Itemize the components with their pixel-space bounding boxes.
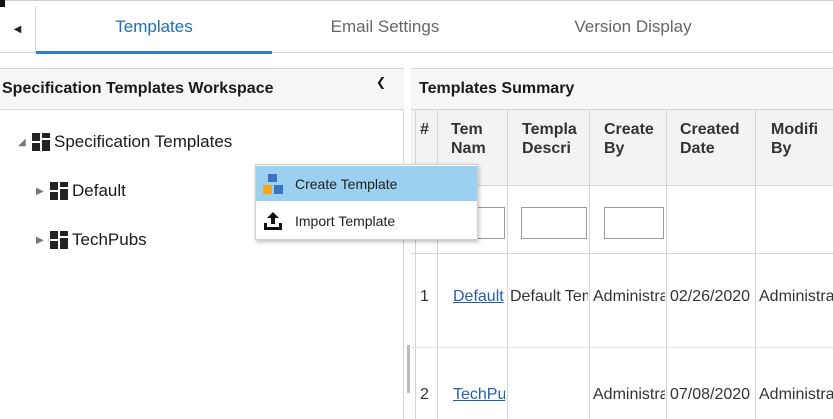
column-divider: [507, 110, 508, 419]
folder-grid-icon: [50, 182, 68, 200]
import-icon: [264, 212, 282, 230]
tab-label: Templates: [115, 17, 193, 36]
workspace-panel: Specification Templates Workspace ❮ ◢ Sp…: [0, 68, 404, 419]
column-header-created-date[interactable]: Created Date: [680, 120, 752, 158]
header-line1: Created: [680, 121, 740, 138]
column-header-template-name[interactable]: Tem Nam: [451, 120, 487, 158]
cell-created-by: Administrator: [593, 386, 665, 403]
folder-grid-icon: [32, 133, 50, 151]
column-divider: [437, 110, 438, 419]
expanded-caret-icon[interactable]: ◢: [18, 137, 32, 148]
column-header-number[interactable]: #: [420, 120, 436, 139]
column-divider: [589, 110, 590, 419]
column-divider: [666, 110, 667, 419]
tree-node-techpubs[interactable]: ▶ TechPubs: [36, 230, 147, 250]
cell-created-by: Administrator: [593, 288, 665, 305]
column-header-description[interactable]: Templa Descri: [522, 120, 586, 158]
workspace-header: Specification Templates Workspace ❮: [0, 68, 404, 110]
tree-node-default[interactable]: ▶ Default: [36, 181, 126, 201]
row-divider: [411, 347, 833, 348]
tab-templates[interactable]: Templates: [36, 6, 272, 54]
template-name-link[interactable]: TechPubs: [453, 386, 505, 404]
tab-label: Email Settings: [330, 17, 440, 36]
tab-email-settings[interactable]: Email Settings: [300, 6, 470, 53]
templates-grid: # Tem Nam Templa Descri Create By Create…: [411, 110, 833, 419]
header-line1: Create: [604, 121, 654, 138]
cell-modified-by: Administrator: [759, 288, 833, 305]
folder-grid-icon: [50, 231, 68, 249]
context-menu: Create Template Import Template: [255, 164, 478, 240]
cell-number: 2: [420, 386, 429, 403]
collapse-panel-button[interactable]: ❮: [376, 75, 386, 89]
filter-input-created-by[interactable]: [604, 207, 664, 239]
header-line1: Modifi: [771, 121, 819, 138]
menu-item-create-template[interactable]: Create Template: [256, 166, 477, 201]
tree-node-label: Specification Templates: [54, 132, 233, 151]
cell-description: Default Template: [510, 288, 588, 305]
tab-version-display[interactable]: Version Display: [548, 6, 718, 53]
templates-summary-header: Templates Summary: [411, 68, 833, 110]
header-line1: Tem: [451, 121, 483, 138]
chevron-left-icon: ❮: [376, 75, 387, 89]
header-line2: By: [604, 140, 625, 157]
filter-row-divider: [411, 253, 833, 254]
header-line1: Templa: [522, 121, 577, 138]
menu-item-import-template[interactable]: Import Template: [256, 203, 477, 238]
panel-splitter-handle[interactable]: [407, 345, 410, 393]
tab-label: Version Display: [574, 17, 692, 36]
tab-scroll-left-button[interactable]: ◀: [0, 6, 36, 53]
tree-node-specification-templates[interactable]: ◢ Specification Templates: [18, 132, 232, 152]
menu-item-label: Import Template: [295, 212, 396, 229]
cell-created-date: 07/08/2020: [670, 386, 751, 403]
header-line2: Nam: [451, 140, 486, 157]
column-header-created-by[interactable]: Create By: [604, 120, 664, 158]
tree-node-label: TechPubs: [72, 230, 147, 249]
collapsed-caret-icon[interactable]: ▶: [36, 235, 50, 246]
grid-left-border: [415, 110, 416, 419]
collapsed-caret-icon[interactable]: ▶: [36, 186, 50, 197]
cell-number: 1: [420, 288, 429, 305]
create-template-icon: [263, 174, 283, 194]
active-tab-indicator: [36, 51, 272, 54]
template-name-link[interactable]: Default: [453, 288, 505, 306]
menu-item-label: Create Template: [295, 175, 398, 192]
header-line1: #: [420, 121, 429, 138]
column-divider: [755, 110, 756, 419]
cell-created-date: 02/26/2020: [670, 288, 751, 305]
header-line2: Date: [680, 140, 715, 157]
header-line2: By: [771, 140, 792, 157]
cell-modified-by: Administrator: [759, 386, 833, 403]
workspace-title: Specification Templates Workspace: [2, 80, 274, 97]
tree-node-label: Default: [72, 181, 126, 200]
triangle-left-icon: ◀: [13, 24, 22, 35]
header-line2: Descri: [522, 140, 571, 157]
templates-summary-title: Templates Summary: [419, 80, 575, 97]
filter-input-description[interactable]: [521, 207, 587, 239]
column-header-modified-by[interactable]: Modifi By: [771, 120, 833, 158]
